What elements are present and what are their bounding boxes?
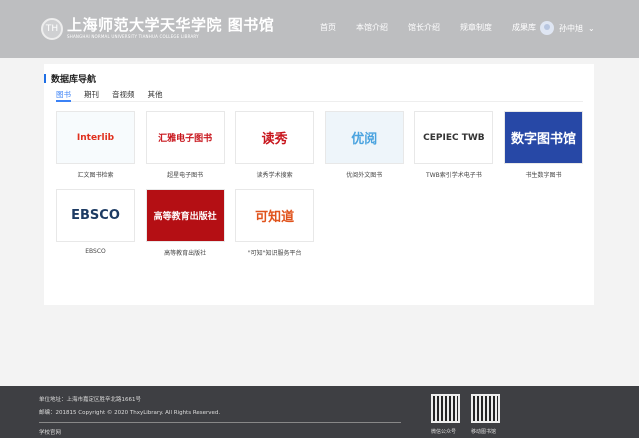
university-seal-icon: TH xyxy=(41,17,63,40)
nav-director[interactable]: 馆长介绍 xyxy=(408,22,440,33)
tab-media[interactable]: 音视频 xyxy=(112,89,135,102)
tab-other[interactable]: 其他 xyxy=(148,89,163,102)
database-logo: CEPIEC TWB xyxy=(414,111,494,164)
database-label: 读秀学术搜索 xyxy=(256,172,293,179)
tab-journals[interactable]: 期刊 xyxy=(84,89,99,102)
database-logo: 读秀 xyxy=(235,111,315,164)
logo-title: 上海师范大学天华学院 图书馆 xyxy=(67,16,275,34)
main-nav: 首页 本馆介绍 馆长介绍 规章制度 成果库 xyxy=(320,22,556,33)
school-site-link[interactable]: 学校官网 xyxy=(39,428,61,436)
database-logo: 可知道 xyxy=(235,189,315,242)
mobile-qr-label: 移动图书馆 xyxy=(471,429,497,435)
footer: 单位地址：上海市嘉定区胜辛北路1661号 邮编：201815 Copyright… xyxy=(0,386,639,438)
database-logo: EBSCO xyxy=(56,189,135,242)
database-logo: 高等教育出版社 xyxy=(145,189,225,242)
database-label: 高等教育出版社 xyxy=(164,250,207,257)
footer-copyright: 邮编：201815 Copyright © 2020 ThxyLibrary. … xyxy=(39,410,221,416)
footer-address: 单位地址：上海市嘉定区胜辛北路1661号 xyxy=(39,397,141,403)
chevron-down-icon: ⌄ xyxy=(588,23,595,33)
user-menu[interactable]: 孙中旭 ⌄ xyxy=(540,21,595,35)
user-name: 孙中旭 xyxy=(559,23,583,33)
tab-books[interactable]: 图书 xyxy=(56,89,71,102)
database-label: TWB索引学术电子书 xyxy=(426,172,482,179)
database-tile[interactable]: 数字图书馆书生数字图书 xyxy=(504,111,583,179)
database-logo: 数字图书馆 xyxy=(504,111,583,164)
database-tile[interactable]: 优阅 优阅外文图书 xyxy=(324,111,404,179)
database-nav-card: 数据库导航 图书 期刊 音视频 其他 Interlib 汇文图书检索 汇雅电子图书超… xyxy=(44,64,594,305)
database-logo: Interlib xyxy=(56,111,135,164)
avatar xyxy=(540,21,554,35)
database-tile[interactable]: 汇雅电子图书超星电子图书 xyxy=(145,111,225,179)
title-accent xyxy=(44,74,46,83)
database-logo: 优阅 xyxy=(324,111,404,164)
category-tabs: 图书 期刊 音视频 其他 xyxy=(56,89,583,102)
database-tile[interactable]: CEPIEC TWB TWB索引学术电子书 xyxy=(414,111,494,179)
database-tile[interactable]: 可知道 "可知"知识服务平台 xyxy=(235,189,315,257)
database-label: 汇文图书检索 xyxy=(77,172,114,179)
database-label: EBSCO xyxy=(85,248,106,255)
wechat-qr-code xyxy=(431,394,460,423)
wechat-qr-label: 微信公众号 xyxy=(431,429,457,435)
mobile-library-qr-code xyxy=(471,394,500,423)
nav-achievements[interactable]: 成果库 xyxy=(512,22,536,33)
database-tile[interactable]: 读秀 读秀学术搜索 xyxy=(235,111,315,179)
nav-about[interactable]: 本馆介绍 xyxy=(356,22,388,33)
nav-rules[interactable]: 规章制度 xyxy=(460,22,492,33)
section-title: 数据库导航 xyxy=(44,72,96,85)
nav-home[interactable]: 首页 xyxy=(320,22,336,33)
database-label: 优阅外文图书 xyxy=(346,172,383,179)
database-logo: 汇雅电子图书 xyxy=(145,111,225,164)
database-tile[interactable]: EBSCO EBSCO xyxy=(56,189,135,255)
library-logo[interactable]: TH 上海师范大学天华学院 图书馆 SHANGHAI NORMAL UNIVER… xyxy=(41,17,274,40)
database-tile[interactable]: Interlib 汇文图书检索 xyxy=(56,111,135,179)
database-label: "可知"知识服务平台 xyxy=(247,250,302,257)
database-tile[interactable]: 高等教育出版社 高等教育出版社 xyxy=(145,189,225,257)
database-label: 超星电子图书 xyxy=(167,172,204,179)
logo-subtitle: SHANGHAI NORMAL UNIVERSITY TIANHUA COLLE… xyxy=(67,34,199,39)
database-label: 书生数字图书 xyxy=(525,172,562,179)
header: TH 上海师范大学天华学院 图书馆 SHANGHAI NORMAL UNIVER… xyxy=(0,0,639,58)
footer-divider xyxy=(39,422,401,423)
section-title-text: 数据库导航 xyxy=(51,75,97,85)
